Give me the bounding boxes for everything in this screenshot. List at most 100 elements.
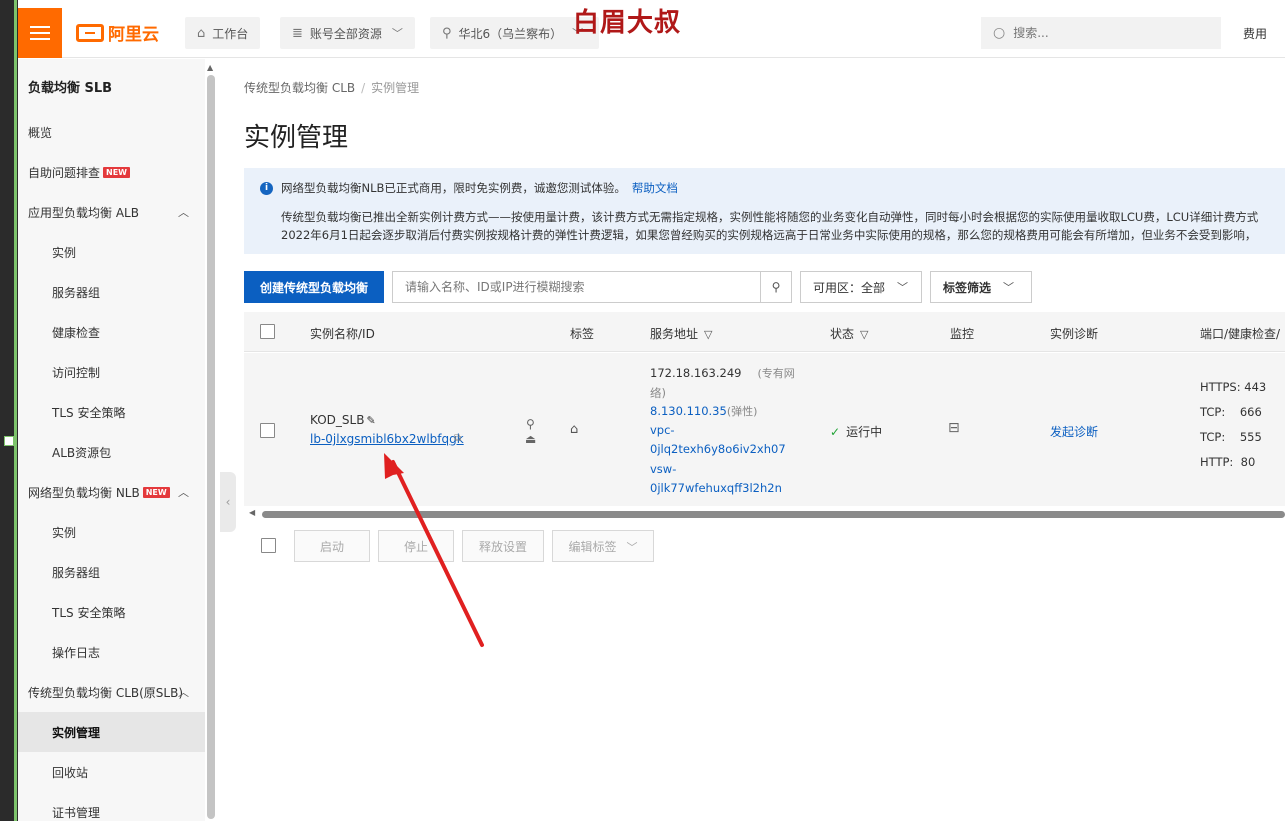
chevron-left-icon: ‹ — [225, 495, 231, 509]
listener-http[interactable]: HTTP: 80 — [1200, 455, 1255, 469]
copy-icon[interactable]: ⧉ — [454, 433, 461, 444]
col-instance-name: 实例名称/ID — [310, 327, 375, 341]
col-status: 状态 ▽ — [830, 327, 869, 341]
sidebar-item-alb-access-control[interactable]: 访问控制 — [18, 352, 205, 392]
info-icon: i — [260, 181, 273, 195]
sidebar-item-self-troubleshoot[interactable]: 自助问题排查 NEW — [18, 152, 205, 192]
sidebar-item-alb-server-groups[interactable]: 服务器组 — [18, 272, 205, 312]
table-scrollbar-thumb[interactable] — [262, 511, 1285, 518]
batch-select-checkbox[interactable] — [261, 538, 276, 553]
col-ports: 端口/健康检查/ — [1200, 327, 1281, 341]
sidebar-item-clb-recycle-bin[interactable]: 回收站 — [18, 752, 205, 792]
sidebar-item-alb-tls-policy[interactable]: TLS 安全策略 — [18, 392, 205, 432]
table-horizontal-scrollbar[interactable]: ◀ — [244, 508, 1285, 522]
vswitch-id-link[interactable]: 0jlk77wfehuxqff3l2h2n — [650, 481, 782, 495]
start-button[interactable]: 启动 — [294, 530, 370, 562]
stop-button[interactable]: 停止 — [378, 530, 454, 562]
vpc-id-link[interactable]: 0jlq2texh6y8o6iv2xh07 — [650, 442, 786, 456]
monitor-icon[interactable]: ⊟ — [948, 420, 960, 436]
listener-https[interactable]: HTTPS: 443 — [1200, 380, 1266, 394]
sidebar-collapse-toggle[interactable]: ‹ — [220, 472, 236, 532]
watermark: 白眉大叔 — [573, 8, 682, 38]
filter-icon[interactable]: ▽ — [860, 328, 868, 341]
release-settings-button[interactable]: 释放设置 — [462, 530, 544, 562]
aliyun-logo[interactable]: 阿里云 — [76, 20, 159, 45]
zone-filter-select[interactable]: 可用区：全部 ﹀ — [800, 271, 922, 303]
public-ip[interactable]: 8.130.110.35(弹性) — [650, 403, 757, 419]
sidebar-scrollbar[interactable]: ▲ — [207, 63, 215, 819]
new-badge: NEW — [103, 166, 130, 178]
location-pin-icon: ⚲ — [442, 25, 452, 41]
batch-actions: 启动 停止 释放设置 编辑标签 ﹀ — [244, 530, 1285, 562]
filter-icon[interactable]: ▽ — [704, 328, 712, 341]
sidebar-item-clb-instance-management[interactable]: 实例管理 — [18, 712, 205, 752]
listener-tcp-555[interactable]: TCP: 555 — [1200, 430, 1262, 444]
sidebar-item-alb-resource-pack[interactable]: ALB资源包 — [18, 432, 205, 472]
sidebar-item-clb-certificates[interactable]: 证书管理 — [18, 792, 205, 821]
workbench-button[interactable]: ⌂ 工作台 — [185, 17, 261, 49]
search-icon[interactable]: ⚲ — [760, 272, 791, 302]
sidebar-item-nlb-tls-policy[interactable]: TLS 安全策略 — [18, 592, 205, 632]
global-search[interactable]: ○ — [981, 17, 1221, 49]
instance-search[interactable]: ⚲ — [392, 271, 792, 303]
aliyun-logo-icon — [76, 23, 104, 42]
notice-line-2: 2022年6月1日起会逐步取消后付费实例按规格计费的弹性计费逻辑，如果您曾经购买… — [281, 228, 1257, 242]
help-docs-link[interactable]: 帮助文档 — [632, 180, 678, 196]
notice-headline: 网络型负载均衡NLB已正式商用，限时免实例费，诚邀您测试体验。 — [281, 181, 626, 195]
col-monitor: 监控 — [950, 327, 975, 341]
scroll-left-icon[interactable]: ◀ — [249, 508, 255, 517]
search-icon: ○ — [993, 25, 1006, 41]
network-topology-icon[interactable]: ⏏ — [525, 432, 536, 446]
row-checkbox[interactable] — [260, 423, 275, 438]
chevron-down-icon: ﹀ — [897, 281, 909, 294]
sidebar-group-nlb[interactable]: 网络型负载均衡 NLB NEW ︿ — [18, 472, 205, 512]
chevron-down-icon: ﹀ — [626, 540, 638, 554]
sidebar-item-alb-health-check[interactable]: 健康检查 — [18, 312, 205, 352]
vpc-link[interactable]: vpc- — [650, 423, 675, 437]
sidebar-item-alb-instances[interactable]: 实例 — [18, 232, 205, 272]
col-diagnose: 实例诊断 — [1050, 327, 1099, 341]
breadcrumb-current: 实例管理 — [371, 81, 420, 95]
table-header: 实例名称/ID 标签 服务地址 ▽ 状态 ▽ 监控 实例诊断 端口/健康检查/ — [244, 312, 1285, 352]
vswitch-link[interactable]: vsw- — [650, 462, 676, 476]
chevron-down-icon: ﹀ — [1003, 281, 1015, 294]
sidebar-item-nlb-operation-log[interactable]: 操作日志 — [18, 632, 205, 672]
sidebar-group-alb[interactable]: 应用型负载均衡 ALB ︿ — [18, 192, 205, 232]
scroll-up-icon[interactable]: ▲ — [207, 63, 213, 72]
toolbar: 创建传统型负载均衡 ⚲ 可用区：全部 ﹀ 标签筛选 ﹀ — [244, 271, 1285, 303]
location-pin-icon[interactable]: ⚲ — [526, 417, 535, 431]
instance-search-input[interactable] — [393, 272, 760, 302]
window-edge — [0, 0, 18, 821]
sidebar-item-nlb-server-groups[interactable]: 服务器组 — [18, 552, 205, 592]
main-content: 传统型负载均衡 CLB / 实例管理 实例管理 i 网络型负载均衡NLB已正式商用，… — [244, 59, 1285, 821]
tag-icon[interactable]: ⌂ — [570, 422, 578, 437]
sidebar-item-nlb-instances[interactable]: 实例 — [18, 512, 205, 552]
sidebar-scrollbar-thumb[interactable] — [207, 75, 215, 819]
breadcrumb-clb[interactable]: 传统型负载均衡 CLB — [244, 81, 355, 95]
breadcrumb: 传统型负载均衡 CLB / 实例管理 — [244, 81, 420, 95]
chevron-up-icon: ︿ — [178, 486, 189, 499]
sidebar-item-overview[interactable]: 概览 — [18, 112, 205, 152]
global-search-input[interactable] — [1013, 26, 1204, 40]
select-all-checkbox[interactable] — [260, 324, 275, 339]
table-row: KOD_SLB ✎ lb-0jlxgsmibl6bx2wlbfqgk ⧉ ⚲ ⏏ … — [244, 353, 1285, 506]
notice-line-1: 传统型负载均衡已推出全新实例计费方式——按使用量计费，该计费方式无需指定规格，实… — [281, 210, 1259, 224]
menu-icon — [30, 26, 50, 40]
edit-tags-button[interactable]: 编辑标签 ﹀ — [552, 530, 654, 562]
hamburger-menu-button[interactable] — [18, 8, 62, 58]
instance-id-link[interactable]: lb-0jlxgsmibl6bx2wlbfqgk — [310, 432, 464, 446]
resource-scope-select[interactable]: ≣ 账号全部资源 ﹀ — [280, 17, 415, 49]
fee-menu[interactable]: 费用 — [1243, 25, 1267, 42]
col-service-address: 服务地址 ▽ — [650, 327, 713, 341]
private-ip: 172.18.163.249 (专有网 — [650, 366, 795, 380]
edit-pencil-icon[interactable]: ✎ — [366, 414, 375, 427]
home-icon: ⌂ — [197, 25, 206, 41]
listener-tcp-666[interactable]: TCP: 666 — [1200, 405, 1262, 419]
sidebar-group-clb[interactable]: 传统型负载均衡 CLB(原SLB) ︿ — [18, 672, 205, 712]
start-diagnose-link[interactable]: 发起诊断 — [1050, 423, 1098, 440]
create-clb-button[interactable]: 创建传统型负载均衡 — [244, 271, 384, 303]
tag-filter-select[interactable]: 标签筛选 ﹀ — [930, 271, 1032, 303]
chevron-up-icon: ︿ — [178, 206, 189, 219]
resize-handle[interactable] — [4, 436, 14, 446]
sidebar-title: 负载均衡 SLB — [28, 81, 113, 96]
